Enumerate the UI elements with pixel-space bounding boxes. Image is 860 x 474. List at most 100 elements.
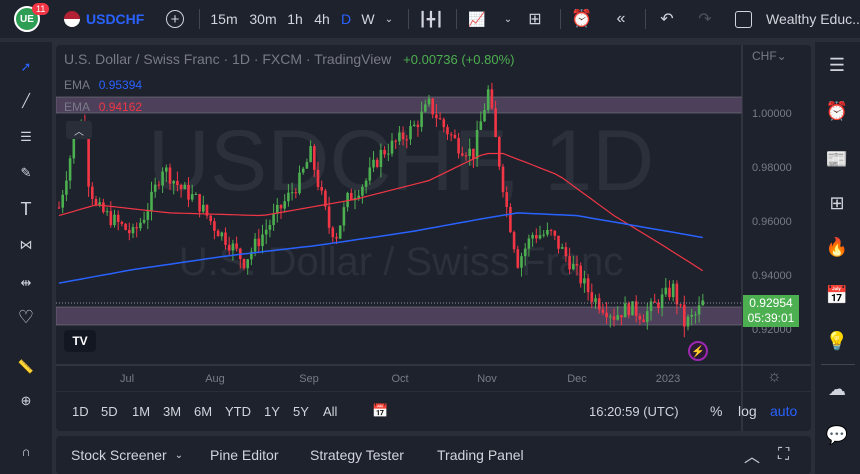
zoom-icon[interactable]: ⊕ <box>13 388 39 414</box>
candle-body <box>361 186 364 196</box>
go-to-date-icon[interactable]: 📅 <box>372 391 388 431</box>
news-icon[interactable]: 📰 <box>824 146 850 172</box>
magnet-icon[interactable]: ∩ <box>13 438 39 464</box>
chevron-up-icon[interactable]: ︿ <box>744 436 760 474</box>
collapse-legend-button[interactable]: ︿ <box>66 121 92 139</box>
chats-icon[interactable]: 💬 <box>824 422 850 448</box>
add-list-icon[interactable]: ⊞ <box>824 190 850 216</box>
chevron-down-icon[interactable]: ⌄ <box>383 0 395 38</box>
heart-icon[interactable]: ♡ <box>13 304 39 330</box>
percent-scale-toggle[interactable]: % <box>710 391 722 431</box>
ruler-icon[interactable]: 📏 <box>13 354 39 380</box>
tab-pine-editor[interactable]: Pine Editor <box>210 436 278 474</box>
candle-body <box>227 244 231 251</box>
symbol-search[interactable]: USDCHF <box>64 0 154 38</box>
candle-body <box>194 194 198 196</box>
range-all[interactable]: All <box>323 391 337 431</box>
trendline-icon[interactable]: ╱ <box>13 88 39 114</box>
maximize-icon[interactable]: ⛶ <box>778 436 789 474</box>
range-5d[interactable]: 5D <box>101 391 118 431</box>
hotlist-flame-icon[interactable]: 🔥 <box>824 234 850 260</box>
ema-legend-1[interactable]: EMA 0.95394 <box>64 78 142 92</box>
candle-body <box>531 235 534 239</box>
bottom-panel-tabs: Stock Screener ⌄ Pine Editor Strategy Tes… <box>56 436 811 474</box>
candle-body <box>375 159 379 167</box>
candle-body <box>298 172 301 194</box>
candle-body <box>690 314 693 317</box>
settings-gear-icon[interactable]: ☼ <box>767 368 782 386</box>
range-1y[interactable]: 1Y <box>264 391 280 431</box>
range-1d[interactable]: 1D <box>72 391 89 431</box>
range-3m[interactable]: 3M <box>163 391 181 431</box>
price-tick: 0.94000 <box>752 270 792 282</box>
chat-cloud-icon[interactable]: ☁ <box>824 376 850 402</box>
candle-body <box>190 194 194 200</box>
candle-body <box>168 167 172 184</box>
clock-timezone[interactable]: 16:20:59 (UTC) <box>589 391 679 431</box>
resistance-zone[interactable] <box>56 96 743 114</box>
tab-strategy-tester[interactable]: Strategy Tester <box>310 436 404 474</box>
text-icon[interactable]: T <box>13 196 39 222</box>
candle-body <box>664 287 668 295</box>
candle-body <box>449 134 453 136</box>
auto-scale-toggle[interactable]: auto <box>770 391 797 431</box>
ema-legend-2[interactable]: EMA 0.94162 <box>64 100 142 114</box>
candle-body <box>583 278 586 284</box>
cursor-icon[interactable]: ➚ <box>13 54 39 80</box>
layout-name[interactable]: Wealthy Educ... <box>766 0 860 38</box>
interval-1h[interactable]: 1h <box>286 0 304 38</box>
watermark-symbol: USDCHF, 1D <box>148 113 655 209</box>
chevron-down-icon[interactable]: ⌄ <box>502 0 514 38</box>
candle-body <box>72 137 76 159</box>
candle-body <box>579 265 582 284</box>
candle-body <box>131 227 135 234</box>
alert-clock-icon[interactable]: ⏰ <box>570 0 594 38</box>
interval-30m[interactable]: 30m <box>248 0 278 38</box>
user-avatar[interactable]: UE 11 <box>12 0 50 38</box>
brush-icon[interactable]: ✎ <box>13 160 39 186</box>
fib-icon[interactable]: ☰ <box>13 124 39 150</box>
candle-body <box>213 221 216 231</box>
indicators-icon[interactable]: 📈 <box>466 0 488 38</box>
interval-d[interactable]: D <box>341 0 351 38</box>
layout-checkbox-icon[interactable] <box>733 0 753 38</box>
tradingview-logo[interactable]: TV <box>64 330 96 352</box>
interval-4h[interactable]: 4h <box>313 0 331 38</box>
log-scale-toggle[interactable]: log <box>738 391 757 431</box>
range-5y[interactable]: 5Y <box>293 391 309 431</box>
lightning-event-icon[interactable]: ⚡ <box>688 341 708 361</box>
range-ytd[interactable]: YTD <box>225 391 251 431</box>
currency-selector[interactable]: CHF⌄ <box>752 49 787 63</box>
candle-body <box>301 168 305 173</box>
candle-body <box>609 316 612 318</box>
candle-body <box>612 316 616 320</box>
replay-icon[interactable]: « <box>610 0 632 38</box>
candle-body <box>216 230 220 237</box>
alarm-icon[interactable]: ⏰ <box>824 98 850 124</box>
range-1m[interactable]: 1M <box>132 391 150 431</box>
ideas-lightbulb-icon[interactable]: 💡 <box>824 328 850 354</box>
candle-body <box>405 139 409 141</box>
candle-body <box>479 121 483 130</box>
prediction-icon[interactable]: ⇹ <box>13 270 39 296</box>
candle-body <box>172 180 175 184</box>
calendar-icon[interactable]: 📅 <box>824 282 850 308</box>
layouts-icon[interactable]: ⊞ <box>524 0 546 38</box>
candle-body <box>538 235 542 239</box>
interval-w[interactable]: W <box>361 0 375 38</box>
interval-15m[interactable]: 15m <box>210 0 238 38</box>
candle-body <box>501 166 505 193</box>
pattern-icon[interactable]: ⋈ <box>13 232 39 258</box>
candle-body <box>646 311 649 323</box>
candle-body <box>394 140 397 142</box>
undo-icon[interactable]: ↶ <box>656 0 678 38</box>
chart-pane[interactable]: USDCHF, 1D U.S. Dollar / Swiss Franc 1.0… <box>56 45 811 431</box>
redo-icon[interactable]: ↷ <box>694 0 716 38</box>
add-symbol-button[interactable]: + <box>164 0 186 38</box>
watchlist-icon[interactable]: ☰ <box>824 52 850 78</box>
candles-icon[interactable]: ┃╋┃ <box>418 0 443 38</box>
tab-trading-panel[interactable]: Trading Panel <box>437 436 524 474</box>
range-6m[interactable]: 6M <box>194 391 212 431</box>
tab-stock-screener[interactable]: Stock Screener ⌄ <box>71 436 183 474</box>
price-tick: 1.00000 <box>752 108 792 120</box>
